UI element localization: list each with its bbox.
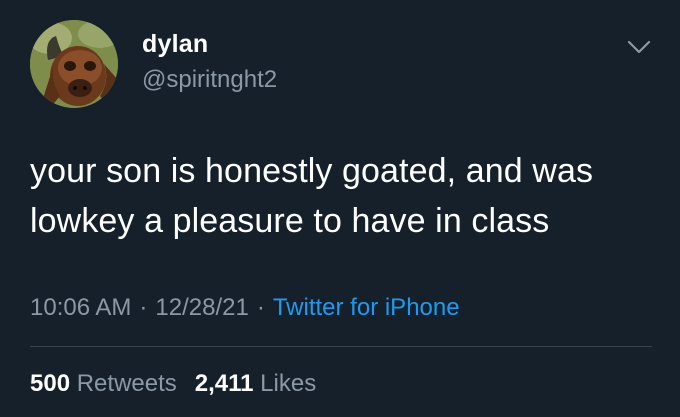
tweet-source-link[interactable]: Twitter for iPhone: [273, 294, 460, 321]
chevron-down-icon[interactable]: [626, 38, 652, 56]
retweets-label: Retweets: [76, 370, 177, 397]
tweet-text: your son is honestly goated, and was low…: [30, 146, 660, 246]
tweet-time[interactable]: 10:06 AM: [30, 294, 131, 321]
tweet-text-line-2: lowkey a pleasure to have in class: [30, 202, 550, 240]
divider: [30, 346, 652, 347]
tweet-date[interactable]: 12/28/21: [155, 294, 248, 321]
avatar[interactable]: [30, 20, 118, 108]
likes-count: 2,411: [194, 370, 254, 397]
highland-cow-avatar-icon: [30, 20, 118, 108]
tweet-card: dylan @spiritnght2 your son is honestly …: [0, 0, 680, 417]
tweet-meta: 10:06 AM · 12/28/21 · Twitter for iPhone: [30, 294, 460, 322]
retweets-stat[interactable]: 500 Retweets: [30, 370, 177, 397]
meta-separator: ·: [139, 294, 148, 321]
tweet-stats: 500 Retweets 2,411 Likes: [30, 370, 316, 398]
likes-stat[interactable]: 2,411 Likes: [195, 370, 316, 397]
retweets-count: 500: [30, 370, 71, 397]
likes-label: Likes: [260, 370, 317, 397]
tweet-text-line-1: your son is honestly goated, and was: [30, 152, 594, 190]
meta-separator-2: ·: [256, 294, 265, 321]
user-handle[interactable]: @spiritnght2: [142, 66, 277, 94]
display-name[interactable]: dylan: [142, 30, 208, 59]
